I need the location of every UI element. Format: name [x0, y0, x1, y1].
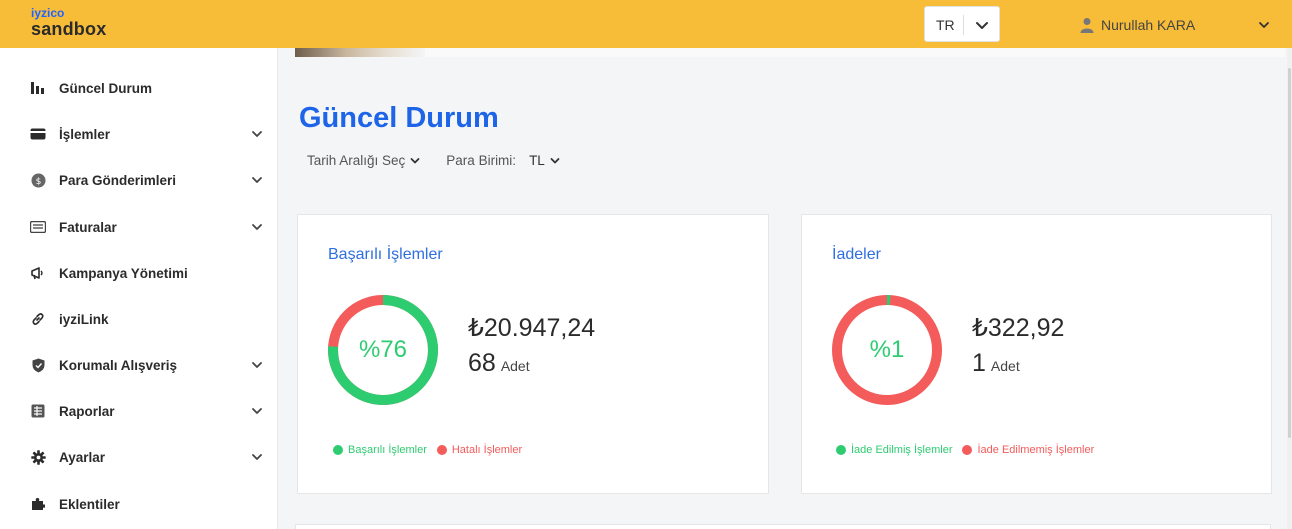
card-title[interactable]: İadeler — [832, 246, 881, 264]
date-range-dropdown[interactable]: Tarih Aralığı Seç — [307, 153, 420, 168]
chevron-down-icon — [252, 454, 262, 460]
sidebar-item-iyzilink[interactable]: iyziLink — [0, 299, 278, 339]
chevron-down-icon — [252, 224, 262, 230]
bar-chart-icon — [30, 80, 46, 96]
banner-image — [295, 48, 425, 57]
chevron-down-icon — [252, 177, 262, 183]
sidebar-item-korumali-alisveris[interactable]: Korumalı Alışveriş — [0, 345, 278, 385]
sidebar-item-islemler[interactable]: İşlemler — [0, 114, 278, 154]
logo[interactable]: iyzico sandbox — [31, 7, 106, 38]
legend-item-success[interactable]: Başarılı İşlemler — [333, 444, 427, 456]
user-icon — [1080, 18, 1094, 33]
banner-area — [425, 48, 1285, 57]
scrollbar-thumb[interactable] — [1288, 68, 1291, 438]
legend-label: İade Edilmiş İşlemler — [851, 444, 953, 456]
sidebar-item-faturalar[interactable]: Faturalar — [0, 207, 278, 247]
sidebar-item-label: iyziLink — [59, 311, 109, 327]
currency-label: Para Birimi: — [446, 153, 517, 168]
refunds-card: İadeler %1 ₺322,92 1 Adet İade Edilmiş İş… — [801, 214, 1272, 494]
currency-dropdown[interactable]: TL — [529, 153, 560, 168]
user-menu[interactable]: Nurullah KARA — [1080, 15, 1195, 35]
next-card — [295, 524, 1271, 529]
sidebar-item-label: Güncel Durum — [59, 80, 153, 96]
user-menu-chevron-icon[interactable] — [1256, 17, 1272, 33]
legend-item-error[interactable]: Hatalı İşlemler — [436, 444, 523, 456]
sidebar-item-label: Ayarlar — [59, 449, 106, 465]
chart-legend: Başarılı İşlemler Hatalı İşlemler — [333, 444, 532, 456]
legend-label: Başarılı İşlemler — [348, 444, 427, 456]
sidebar-item-eklentiler[interactable]: Eklentiler — [0, 484, 278, 524]
gear-icon — [30, 449, 46, 465]
logo-brand: iyzico — [31, 6, 65, 20]
megaphone-icon — [30, 265, 46, 281]
legend-item-refunded[interactable]: İade Edilmiş İşlemler — [836, 444, 952, 456]
card-title[interactable]: Başarılı İşlemler — [328, 246, 443, 264]
main-content: Güncel Durum Tarih Aralığı Seç Para Biri… — [279, 48, 1292, 529]
legend-label: Hatalı İşlemler — [451, 444, 523, 456]
chevron-down-icon — [550, 157, 560, 163]
filter-bar: Tarih Aralığı Seç Para Birimi: TL — [307, 153, 560, 168]
count-unit: Adet — [500, 358, 530, 374]
legend-item-not-refunded[interactable]: İade Edilmemiş İşlemler — [962, 444, 1094, 456]
sidebar-item-label: Eklentiler — [59, 496, 120, 512]
legend-dot — [333, 445, 343, 455]
user-name: Nurullah KARA — [1101, 17, 1196, 33]
sidebar-item-label: Kampanya Yönetimi — [59, 265, 188, 281]
chevron-down-icon — [252, 408, 262, 414]
language-divider — [963, 15, 964, 35]
svg-text:$: $ — [35, 177, 41, 187]
sidebar-item-kampanya-yonetimi[interactable]: Kampanya Yönetimi — [0, 253, 278, 293]
report-icon — [30, 403, 46, 419]
sidebar-item-label: İşlemler — [59, 126, 111, 142]
shield-icon — [30, 357, 46, 373]
chevron-down-icon — [252, 362, 262, 368]
legend-dot — [836, 445, 846, 455]
sidebar-item-guncel-durum[interactable]: Güncel Durum — [0, 68, 278, 108]
amount-value: ₺322,92 — [972, 314, 1065, 342]
percent-label: %76 — [358, 336, 408, 363]
chevron-down-icon — [252, 131, 262, 137]
count-value: 68 — [468, 349, 496, 377]
sidebar-item-label: Faturalar — [59, 219, 117, 235]
legend-label: İade Edilmemiş İşlemler — [977, 444, 1095, 456]
chevron-down-icon — [976, 22, 988, 29]
link-icon — [30, 311, 46, 327]
logo-environment: sandbox — [31, 19, 107, 39]
sidebar-item-para-gonderimleri[interactable]: $ Para Gönderimleri — [0, 160, 278, 200]
puzzle-icon — [30, 496, 46, 512]
successful-transactions-card: Başarılı İşlemler %76 ₺20.947,24 68 Adet … — [297, 214, 769, 494]
count-row: 68 Adet — [468, 349, 530, 378]
currency-value: TL — [529, 153, 545, 168]
sidebar-item-label: Korumalı Alışveriş — [59, 357, 178, 373]
date-range-label: Tarih Aralığı Seç — [307, 153, 406, 168]
language-value: TR — [936, 17, 955, 33]
top-bar: iyzico sandbox TR Nurullah KARA — [0, 0, 1292, 48]
language-select[interactable]: TR — [924, 6, 1000, 42]
dollar-coin-icon: $ — [30, 172, 46, 188]
chevron-down-icon — [410, 157, 420, 163]
sidebar-item-ayarlar[interactable]: Ayarlar — [0, 437, 278, 477]
page-title: Güncel Durum — [299, 102, 499, 134]
sidebar-item-raporlar[interactable]: Raporlar — [0, 391, 278, 431]
count-value: 1 — [972, 349, 986, 377]
sidebar-item-label: Raporlar — [59, 403, 115, 419]
percent-label: %1 — [869, 336, 905, 363]
invoice-icon — [30, 219, 46, 235]
page-scrollbar[interactable] — [1287, 48, 1292, 529]
chart-legend: İade Edilmiş İşlemler İade Edilmemiş İşl… — [836, 444, 1104, 456]
sidebar-item-label: Para Gönderimleri — [59, 172, 177, 188]
count-row: 1 Adet — [972, 349, 1020, 378]
card-icon — [30, 126, 46, 142]
count-unit: Adet — [990, 358, 1020, 374]
legend-dot — [962, 445, 973, 455]
amount-value: ₺20.947,24 — [468, 314, 596, 342]
legend-dot — [436, 445, 447, 455]
sidebar: Güncel Durum İşlemler $ Para Gönderimler… — [0, 48, 278, 529]
